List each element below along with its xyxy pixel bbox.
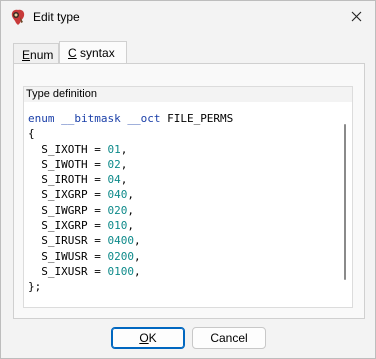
tab-enum-accelerator: E — [22, 48, 31, 62]
app-icon — [11, 9, 25, 25]
code-entry-value: 010 — [107, 219, 128, 233]
code-entry-value: 02 — [107, 157, 121, 171]
type-definition-label: Type definition — [23, 86, 353, 102]
code-entry-name: S_IWOTH = — [28, 157, 108, 171]
tab-c-syntax-label: syntax — [76, 46, 115, 60]
code-entry-name: S_IXOTH = — [28, 142, 108, 156]
code-entry-value: 0100 — [107, 264, 134, 278]
code-keywords: enum __bitmask __oct — [28, 112, 161, 125]
cancel-button[interactable]: Cancel — [192, 327, 266, 349]
window-title: Edit type — [33, 10, 80, 24]
tab-c-syntax-accelerator: C — [68, 46, 77, 60]
tab-c-syntax[interactable]: C syntax — [59, 41, 127, 64]
code-entry-value: 040 — [107, 188, 128, 202]
code-entry-name: S_IXGRP = — [28, 219, 108, 233]
tab-panel: Type definition enum __bitmask __oct FIL… — [13, 63, 365, 319]
code-close-brace: }; — [28, 280, 42, 294]
tab-enum[interactable]: Enum — [13, 43, 59, 64]
code-entry-value: 0200 — [107, 249, 134, 263]
code-entry-name: S_IWUSR = — [28, 249, 108, 263]
ok-button[interactable]: OK — [111, 327, 185, 349]
code-entry-value: 0400 — [107, 234, 134, 248]
code-entry-name: S_IWGRP = — [28, 203, 108, 217]
code-entry-value: 01 — [107, 142, 121, 156]
code-open-brace: { — [28, 127, 35, 141]
title-bar: Edit type — [1, 1, 375, 33]
close-button[interactable] — [339, 1, 373, 32]
code-entry-name: S_IXUSR = — [28, 264, 108, 278]
code-entry-name: S_IXGRP = — [28, 188, 108, 202]
type-definition-editor[interactable]: enum __bitmask __oct FILE_PERMS { S_IXOT… — [24, 102, 342, 302]
ok-accelerator: O — [139, 331, 149, 345]
code-entry-value: 020 — [107, 203, 128, 217]
code-entry-value: 04 — [107, 173, 121, 187]
tab-enum-label: num — [30, 48, 54, 62]
code-entry-name: S_IROTH = — [28, 173, 108, 187]
code-entry-name: S_IRUSR = — [28, 234, 108, 248]
ok-label: K — [148, 331, 157, 345]
code-type-name: FILE_PERMS — [160, 112, 234, 125]
close-icon — [351, 11, 361, 22]
editor-scrollbar[interactable] — [344, 124, 346, 280]
